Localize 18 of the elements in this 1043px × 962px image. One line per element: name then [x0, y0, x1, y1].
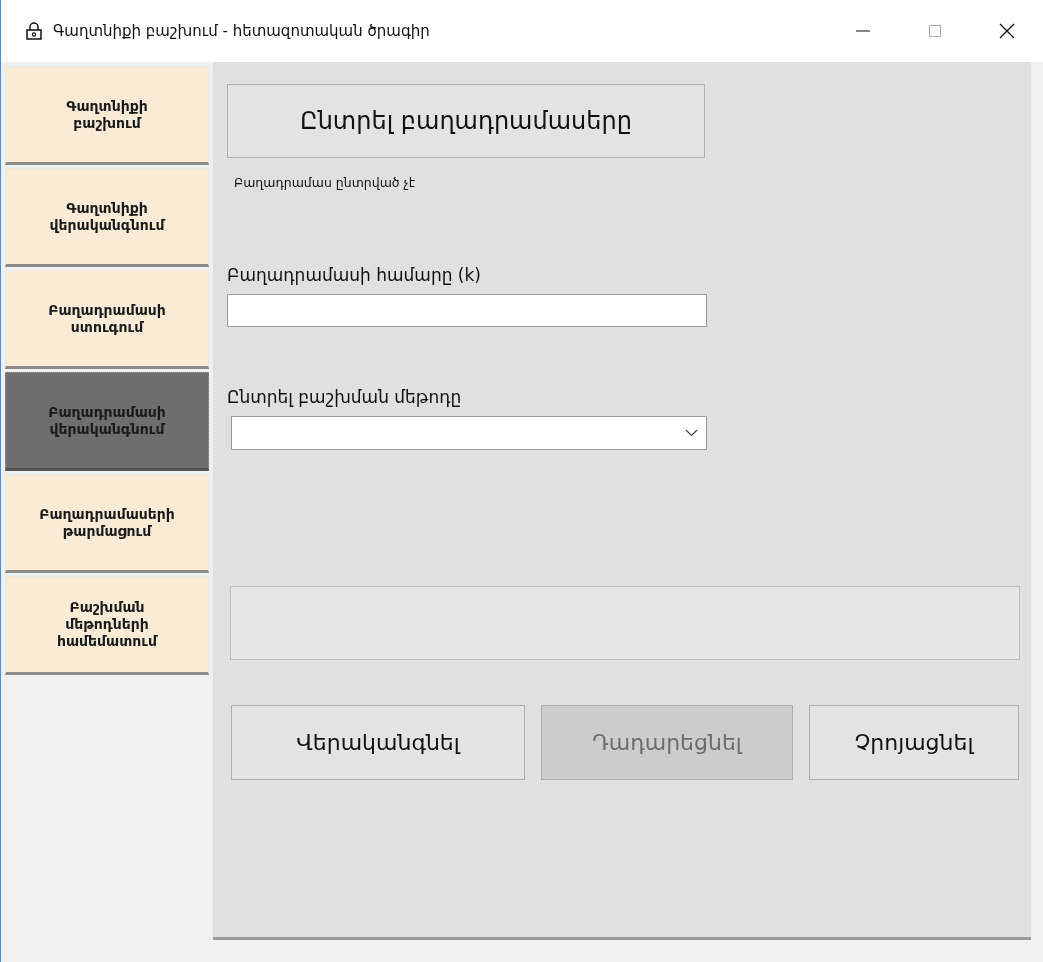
sidebar-item[interactable]: Գաղտնիքի բաշխում — [5, 66, 209, 165]
action-button[interactable]: Չրոյացնել — [809, 704, 1019, 780]
dropdown[interactable] — [231, 415, 707, 450]
sidebar-item[interactable]: Բաշխման մեթոդների համեմատում — [5, 576, 209, 675]
status-text: Բաղադրամաս ընտրված չէ — [234, 174, 417, 192]
lock-icon — [25, 22, 43, 40]
sidebar-item[interactable]: Բաղադրամասի ստուգում — [5, 270, 209, 369]
select-button[interactable]: Ընտրել բաղադրամասերը — [227, 84, 705, 158]
action-button[interactable]: Վերականգնել — [231, 704, 525, 780]
field-label: Բաղադրամասի համարը (k) — [227, 263, 482, 287]
maximize-icon[interactable] — [926, 22, 944, 40]
close-icon[interactable] — [998, 22, 1016, 40]
input-field[interactable] — [227, 294, 707, 328]
sidebar-item[interactable]: Բաղադրամասերի թարմացում — [5, 474, 209, 573]
field-label: Ընտրել բաշխման մեթոդը — [227, 386, 463, 410]
chevron-icon — [685, 428, 698, 437]
sidebar-item[interactable]: Գաղտնիքի վերականգնում — [5, 168, 209, 267]
window-title: Գաղտնիքի բաշխում - հետազոտական ծրագիր — [53, 20, 430, 42]
